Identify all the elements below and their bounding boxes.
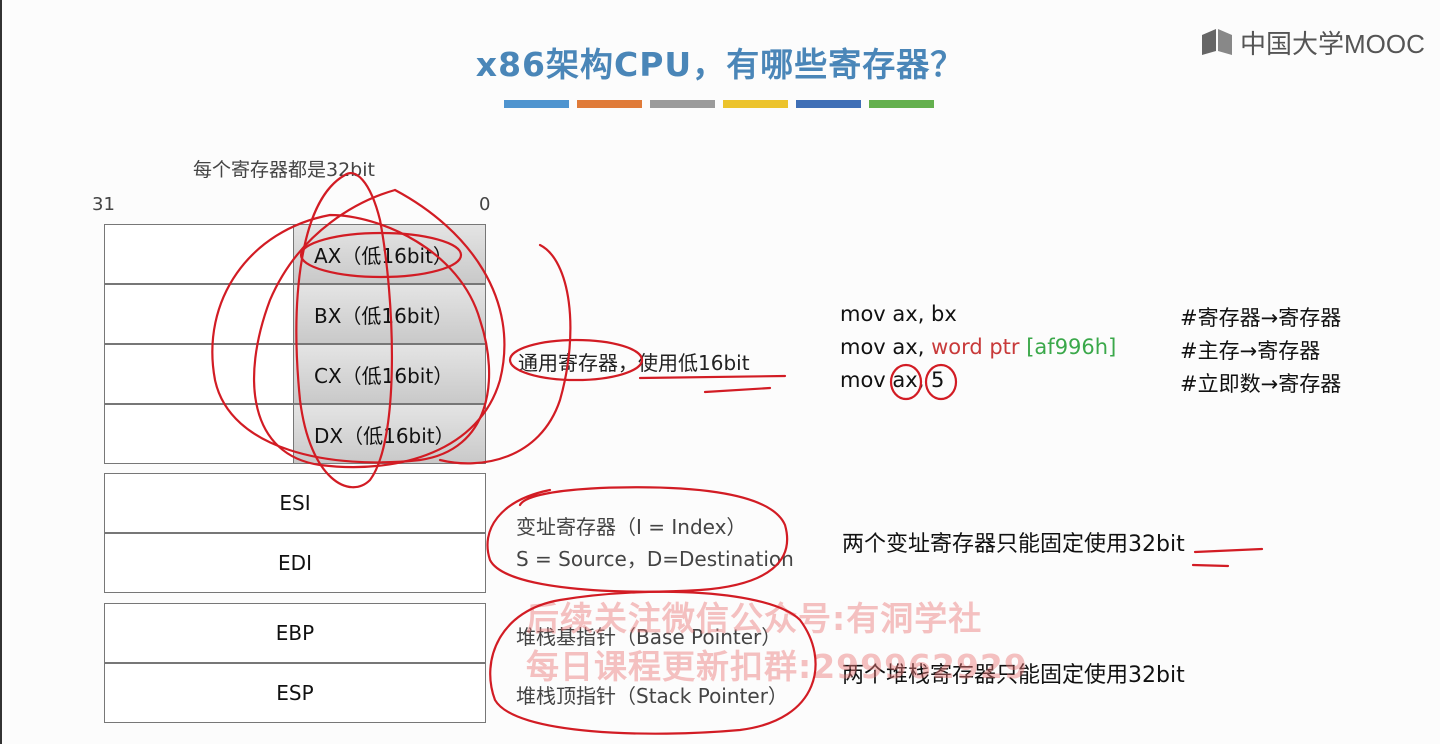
gpr-loop-1 [211,213,491,464]
ax-operand-circle [889,363,923,401]
gpr-loop-3 [295,172,394,489]
index-note-loop [486,486,789,593]
32bit-underline [1191,547,1264,568]
stack-note-loop [489,590,817,735]
pen-annotations [211,172,1264,735]
general-note-underline [638,374,787,394]
general-note-circle [508,338,644,382]
gpr-loop-2 [253,188,506,469]
imm-operand-circle [924,363,958,401]
